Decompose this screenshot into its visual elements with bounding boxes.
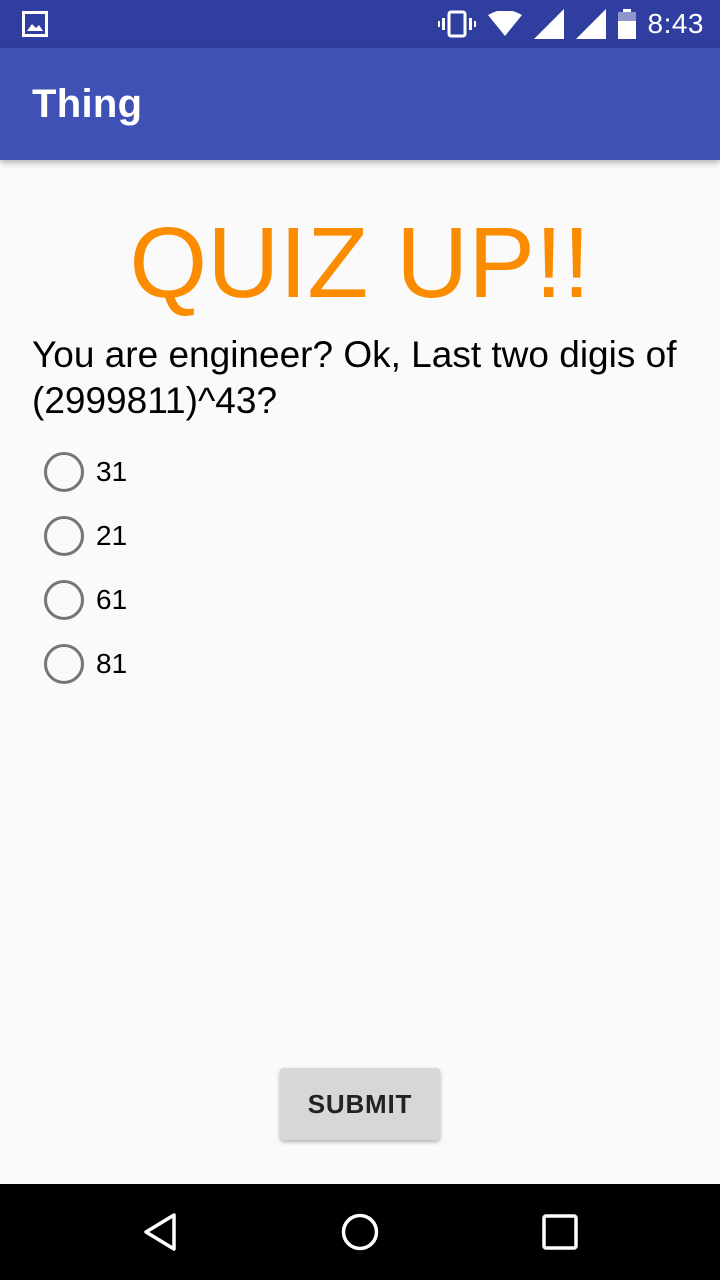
- answer-option-label: 81: [96, 648, 128, 679]
- navigation-bar: [0, 1184, 720, 1280]
- status-clock: 8:43: [647, 8, 704, 39]
- answer-option-label: 31: [96, 456, 128, 487]
- wifi-icon: [487, 11, 522, 37]
- app-bar: Thing: [0, 48, 720, 160]
- home-icon[interactable]: [340, 1212, 380, 1252]
- app-title: Thing: [32, 82, 143, 126]
- answer-option[interactable]: 31: [44, 440, 127, 504]
- battery-icon: [617, 9, 636, 39]
- submit-button[interactable]: SUBMIT: [280, 1068, 440, 1140]
- answer-option[interactable]: 21: [44, 504, 127, 568]
- radio-button[interactable]: [44, 644, 84, 684]
- radio-button[interactable]: [44, 452, 84, 492]
- answer-radio-group: 31 21 61 81: [44, 440, 127, 696]
- vibrate-icon: [437, 10, 476, 38]
- radio-button[interactable]: [44, 580, 84, 620]
- image-notification-icon: [22, 11, 48, 42]
- answer-option[interactable]: 61: [44, 568, 127, 632]
- question-text: You are engineer? Ok, Last two digis of …: [32, 334, 677, 421]
- signal-icon: [575, 9, 606, 39]
- signal-icon: [533, 9, 564, 39]
- answer-option-label: 21: [96, 520, 128, 551]
- status-bar: 8:43: [0, 0, 720, 48]
- radio-button[interactable]: [44, 516, 84, 556]
- quiz-heading: QUIZ UP!!: [129, 207, 591, 319]
- answer-option-label: 61: [96, 584, 128, 615]
- answer-option[interactable]: 81: [44, 632, 127, 696]
- quiz-content: QUIZ UP!! You are engineer? Ok, Last two…: [0, 160, 720, 1184]
- back-icon[interactable]: [140, 1212, 180, 1252]
- recents-icon[interactable]: [540, 1212, 580, 1252]
